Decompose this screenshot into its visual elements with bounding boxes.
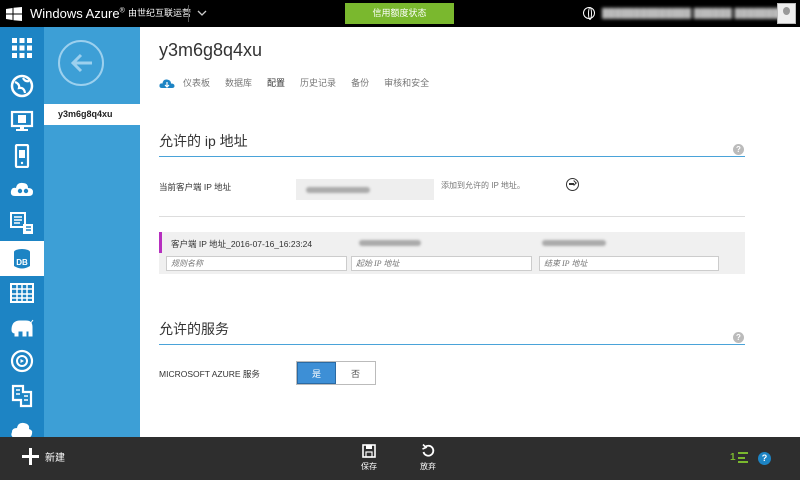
nav-all-items[interactable] (0, 31, 44, 65)
section-divider (159, 344, 745, 345)
virtual-machines-icon (10, 110, 34, 131)
azure-services-label: MICROSOFT AZURE 服务 (159, 369, 260, 379)
allowed-ip-title: 允许的 ip 地址 (159, 133, 248, 149)
brand-logo[interactable]: Windows Azure® (0, 0, 125, 27)
command-bar: 新建 保存 放弃 (0, 437, 800, 480)
nav-virtual-machines[interactable] (0, 104, 44, 138)
nav-storage[interactable] (0, 276, 44, 310)
top-bar: Windows Azure® 由世纪互联运营 信用额度状态 ██████████… (0, 0, 800, 27)
tab-audit-security[interactable]: 审核和安全 (384, 76, 429, 89)
tab-history[interactable]: 历史记录 (300, 76, 336, 89)
rule-name-input[interactable] (166, 256, 347, 271)
operations-count: 1 (730, 452, 736, 463)
tab-configure[interactable]: 配置 (267, 76, 285, 89)
toggle-no-button[interactable]: 否 (336, 362, 375, 384)
plus-icon (22, 448, 39, 465)
nav-mobile-services[interactable] (0, 139, 44, 173)
media-services-icon (10, 349, 34, 373)
nav-hdinsight[interactable] (0, 311, 44, 345)
service-bus-icon (11, 384, 33, 408)
nav-batch[interactable] (0, 206, 44, 240)
mobile-services-icon (14, 144, 30, 168)
rule-name[interactable]: 客户端 IP 地址_2016-07-16_16:23:24 (171, 238, 312, 250)
tab-dashboard[interactable]: 仪表板 (183, 76, 210, 89)
tab-databases[interactable]: 数据库 (225, 76, 252, 89)
credit-status-button[interactable]: 信用额度状态 (345, 3, 454, 24)
allowed-services-title: 允许的服务 (159, 321, 229, 337)
save-label: 保存 (361, 462, 377, 471)
section-divider (159, 156, 745, 157)
current-ip-label: 当前客户端 IP 地址 (159, 182, 232, 192)
nav-cloud-services[interactable] (0, 172, 44, 206)
save-icon (362, 444, 376, 458)
main-content: y3m6g8q4xu 仪表板 数据库 配置 历史记录 备份 审核和安全 允许的 … (140, 27, 800, 437)
start-ip-input[interactable] (351, 256, 532, 271)
operations-list-icon (737, 452, 748, 463)
ip-rule-row: 客户端 IP 地址_2016-07-16_16:23:24 (159, 232, 745, 274)
nav-media-services[interactable] (0, 344, 44, 378)
windows-flag-icon (0, 0, 28, 27)
tab-backups[interactable]: 备份 (351, 76, 369, 89)
back-arrow-icon (70, 53, 92, 73)
add-to-allowed-label: 添加到允许的 IP 地址。 (441, 181, 525, 190)
divider (188, 5, 189, 22)
avatar[interactable] (777, 3, 796, 24)
hdinsight-icon (11, 319, 34, 337)
web-sites-icon (10, 74, 34, 98)
sub-nav: y3m6g8q4xu (44, 27, 140, 437)
toggle-yes-button[interactable]: 是 (297, 362, 337, 384)
new-label: 新建 (45, 453, 65, 464)
divider (159, 216, 745, 217)
back-button[interactable] (58, 40, 104, 86)
account-name[interactable]: ██████████████ ██████ ████████ (602, 0, 786, 27)
tab-bar: 仪表板 数据库 配置 历史记录 备份 审核和安全 (159, 76, 444, 89)
save-button[interactable]: 保存 (352, 444, 386, 472)
batch-icon (10, 212, 33, 234)
rule-start-ip[interactable] (359, 240, 421, 246)
help-icon[interactable]: ? (733, 144, 744, 155)
globe-icon[interactable] (583, 7, 595, 20)
end-ip-input[interactable] (539, 256, 719, 271)
cloud-services-icon (10, 182, 33, 196)
nav-web-sites[interactable] (0, 69, 44, 103)
help-icon[interactable]: ? (758, 452, 771, 465)
chevron-down-icon[interactable] (195, 6, 209, 20)
operations-status[interactable]: 1 (730, 452, 748, 463)
page-title: y3m6g8q4xu (159, 40, 263, 60)
quick-start-cloud-icon[interactable] (159, 77, 175, 89)
sub-nav-item-database[interactable]: y3m6g8q4xu (44, 104, 140, 125)
brand-name: Windows Azure® (30, 6, 125, 21)
discard-button[interactable]: 放弃 (411, 444, 445, 472)
rule-accent-bar (159, 232, 162, 253)
add-ip-arrow-icon[interactable] (566, 178, 579, 191)
help-icon[interactable]: ? (733, 332, 744, 343)
undo-icon (422, 444, 435, 457)
azure-services-toggle[interactable]: 是 否 (296, 361, 376, 385)
storage-icon (10, 283, 34, 303)
nav-sql-databases[interactable]: DB (0, 241, 44, 276)
left-nav: DB (0, 27, 44, 438)
current-ip-value (296, 179, 434, 200)
subscription-label: 由世纪互联运营 (128, 8, 192, 18)
sql-databases-icon: DB (14, 248, 30, 268)
rule-end-ip[interactable] (542, 240, 606, 246)
all-items-icon (12, 38, 32, 58)
nav-service-bus[interactable] (0, 379, 44, 413)
discard-label: 放弃 (420, 462, 436, 471)
svg-text:DB: DB (16, 258, 28, 267)
new-button[interactable]: 新建 (22, 448, 65, 465)
